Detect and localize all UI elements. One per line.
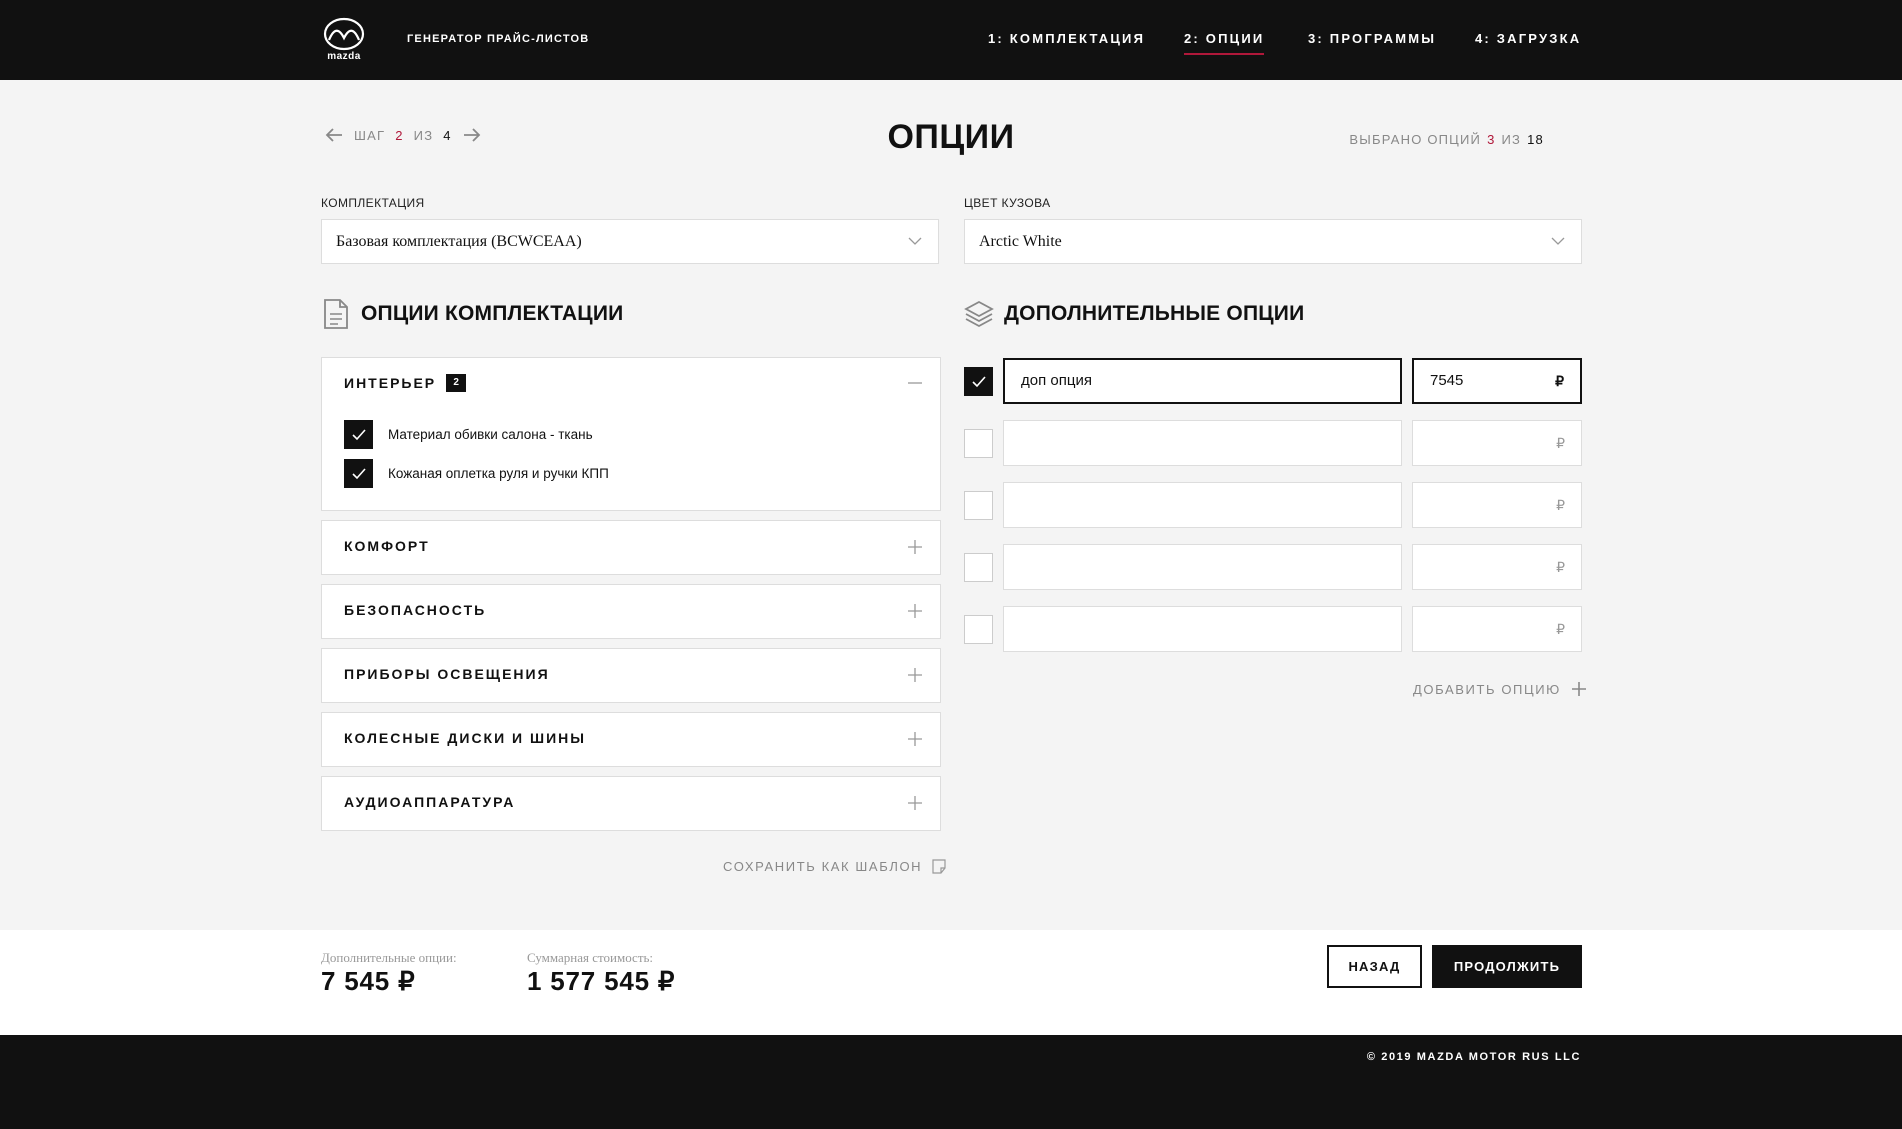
ruble-sign: ₽ [1556,497,1565,513]
plus-icon[interactable] [906,730,924,748]
ruble-sign: ₽ [1555,373,1564,389]
extra-option-checkbox[interactable] [964,367,993,396]
selected-prefix: ВЫБРАНО ОПЦИЙ [1349,132,1482,147]
trim-options-heading: ОПЦИИ КОМПЛЕКТАЦИИ [321,298,623,330]
extra-option-name-input[interactable]: доп опция [1003,358,1402,404]
extra-options-title: ДОПОЛНИТЕЛЬНЫЕ ОПЦИИ [1004,302,1305,325]
back-button[interactable]: НАЗАД [1327,945,1422,988]
nav-tab-options[interactable]: 2: ОПЦИИ [1184,31,1265,55]
count-badge: 2 [446,374,467,392]
top-header: mazda ГЕНЕРАТОР ПРАЙС-ЛИСТОВ 1: КОМПЛЕКТ… [0,0,1902,80]
minus-icon[interactable] [906,374,924,392]
sum-total-value: 1 577 545 ₽ [527,966,676,996]
plus-icon[interactable] [906,794,924,812]
trim-select-value: Базовая комплектация (BCWCEAA) [336,233,582,250]
trim-select[interactable]: Базовая комплектация (BCWCEAA) [321,219,939,264]
extra-option-name-input[interactable] [1003,606,1402,652]
extra-option-price-input[interactable]: 7545 ₽ [1412,358,1582,404]
checkmark-icon [971,375,986,387]
extra-option-checkbox[interactable] [964,491,993,520]
chevron-down-icon [908,237,922,245]
save-template-label: СОХРАНИТЬ КАК ШАБЛОН [723,859,923,874]
extra-total-value: 7 545 ₽ [321,966,416,996]
ruble-sign: ₽ [1556,559,1565,575]
nav-tab-trim[interactable]: 1: КОМПЛЕКТАЦИЯ [988,31,1145,46]
extra-total-label: Дополнительные опции: [321,950,457,965]
checkmark-icon [351,428,366,440]
accordion-lighting[interactable]: ПРИБОРЫ ОСВЕЩЕНИЯ [321,648,941,703]
extra-option-price-input[interactable]: ₽ [1412,482,1582,528]
plus-icon [1571,682,1586,696]
extra-option-checkbox[interactable] [964,553,993,582]
accordion-comfort[interactable]: КОМФОРТ [321,520,941,575]
price-value: 7545 [1430,372,1464,389]
totals-bar: Дополнительные опции: 7 545 ₽ Суммарная … [0,930,1902,1035]
color-select-value: Arctic White [979,233,1062,250]
accordion-header-interior[interactable]: ИНТЕРЬЕР 2 [344,374,467,392]
note-icon [932,859,946,874]
save-template-link[interactable]: СОХРАНИТЬ КАК ШАБЛОН [723,859,946,874]
copyright: © 2019 MAZDA MOTOR RUS LLC [1366,1051,1581,1063]
plus-icon[interactable] [906,538,924,556]
color-label: ЦВЕТ КУЗОВА [964,196,1051,210]
accordion-audio[interactable]: АУДИОАППАРАТУРА [321,776,941,831]
chevron-down-icon [1551,237,1565,245]
trim-options-title: ОПЦИИ КОМПЛЕКТАЦИИ [361,302,624,325]
selected-total: 18 [1527,132,1544,147]
extra-option-price-input[interactable]: ₽ [1412,544,1582,590]
layers-icon [964,300,994,328]
plus-icon[interactable] [906,602,924,620]
selected-of: ИЗ [1501,132,1522,147]
document-icon [324,299,348,329]
sum-total-label: Суммарная стоимость: [527,950,654,965]
extra-option-name-input[interactable] [1003,420,1402,466]
extra-option-price-input[interactable]: ₽ [1412,420,1582,466]
brand-wordmark: mazda [327,51,361,62]
extra-option-checkbox[interactable] [964,429,993,458]
accordion-interior: ИНТЕРЬЕР 2 Материал обивки салона - ткан… [321,357,941,511]
footer: © 2019 MAZDA MOTOR RUS LLC [0,1035,1902,1129]
ruble-sign: ₽ [1556,621,1565,637]
extra-option-price-input[interactable]: ₽ [1412,606,1582,652]
nav-tab-programs[interactable]: 3: ПРОГРАММЫ [1308,31,1436,46]
accordion-title: ИНТЕРЬЕР [344,375,437,391]
extra-options-heading: ДОПОЛНИТЕЛЬНЫЕ ОПЦИИ [964,298,1304,330]
extra-option-name-input[interactable] [1003,482,1402,528]
option-checkbox[interactable] [344,420,373,449]
option-item: Материал обивки салона - ткань [344,420,593,449]
option-label: Материал обивки салона - ткань [388,427,593,442]
page-title: ОПЦИИ [887,118,1015,156]
plus-icon[interactable] [906,666,924,684]
trim-label: КОМПЛЕКТАЦИЯ [321,196,425,210]
ruble-sign: ₽ [1556,435,1565,451]
checkmark-icon [351,467,366,479]
accordion-wheels[interactable]: КОЛЕСНЫЕ ДИСКИ И ШИНЫ [321,712,941,767]
accordion-title: АУДИОАППАРАТУРА [344,794,516,810]
extra-option-name-input[interactable] [1003,544,1402,590]
color-select[interactable]: Arctic White [964,219,1582,264]
accordion-title: ПРИБОРЫ ОСВЕЩЕНИЯ [344,666,550,682]
option-label: Кожаная оплетка руля и ручки КПП [388,466,609,481]
accordion-title: БЕЗОПАСНОСТЬ [344,602,487,618]
accordion-safety[interactable]: БЕЗОПАСНОСТЬ [321,584,941,639]
app-title: ГЕНЕРАТОР ПРАЙС-ЛИСТОВ [407,33,590,45]
option-checkbox[interactable] [344,459,373,488]
option-item: Кожаная оплетка руля и ручки КПП [344,459,609,488]
add-option-label: ДОБАВИТЬ ОПЦИЮ [1413,681,1561,697]
selected-current: 3 [1487,132,1496,147]
accordion-title: КОМФОРТ [344,538,430,554]
nav-tab-download[interactable]: 4: ЗАГРУЗКА [1475,31,1581,46]
selected-options-counter: ВЫБРАНО ОПЦИЙ 3 ИЗ 18 [1349,132,1544,147]
accordion-title: КОЛЕСНЫЕ ДИСКИ И ШИНЫ [344,730,586,746]
continue-button[interactable]: ПРОДОЛЖИТЬ [1432,945,1582,988]
add-option-button[interactable]: ДОБАВИТЬ ОПЦИЮ [1413,681,1587,697]
extra-option-checkbox[interactable] [964,615,993,644]
